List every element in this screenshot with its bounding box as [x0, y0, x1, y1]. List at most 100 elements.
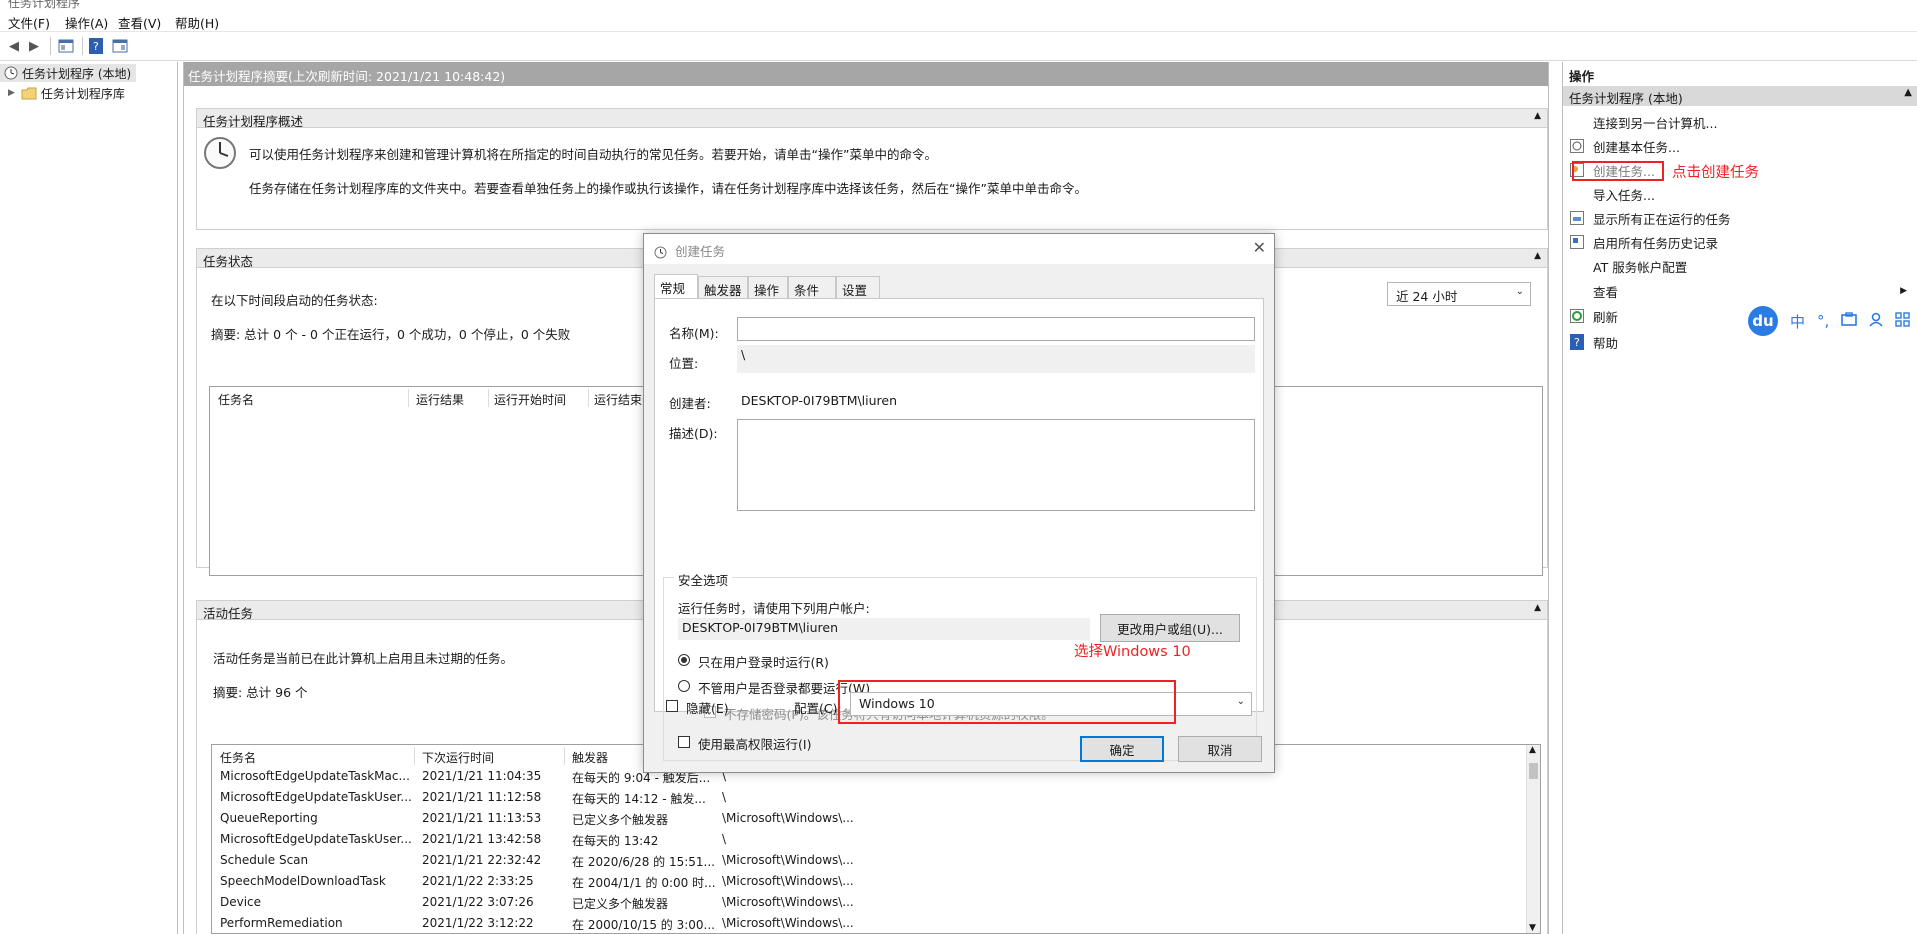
- table-cell: SpeechModelDownloadTask: [220, 874, 386, 888]
- blank-icon: [1569, 283, 1585, 299]
- scroll-down-icon[interactable]: ▼: [1529, 923, 1536, 933]
- radio-run-logged-on-label[interactable]: 只在用户登录时运行(R): [698, 652, 829, 671]
- action-enable-history[interactable]: 启用所有任务历史记录: [1569, 232, 1899, 252]
- table-cell: \Microsoft\Windows\...: [722, 916, 854, 930]
- tree-item-scheduler-local[interactable]: 任务计划程序 (本地): [0, 64, 136, 82]
- menu-action[interactable]: 操作(A): [65, 13, 108, 32]
- tab-triggers[interactable]: 触发器: [698, 276, 748, 298]
- scroll-thumb[interactable]: [1529, 763, 1538, 779]
- menu-help[interactable]: 帮助(H): [175, 13, 219, 32]
- table-cell: MicrosoftEdgeUpdateTaskMac...: [220, 769, 410, 783]
- hidden-checkbox[interactable]: [666, 700, 678, 712]
- window-titlebar: 任务计划程序: [0, 0, 1917, 10]
- action-import-task[interactable]: 导入任务...: [1569, 184, 1899, 204]
- action-show-running[interactable]: 显示所有正在运行的任务: [1569, 208, 1899, 228]
- tab-actions[interactable]: 操作: [748, 276, 788, 298]
- show-hide-tree-icon[interactable]: [56, 37, 76, 55]
- tree-item-library[interactable]: ▶ 任务计划程序库: [8, 84, 125, 102]
- radio-run-always[interactable]: [678, 680, 690, 692]
- cancel-button[interactable]: 取消: [1178, 736, 1262, 762]
- menu-file[interactable]: 文件(F): [8, 13, 50, 32]
- run-as-label: 运行任务时，请使用下列用户帐户:: [678, 601, 870, 616]
- toolbar: ◀ ▶ ?: [0, 33, 1917, 61]
- overview-section-header[interactable]: 任务计划程序概述 ▲: [196, 108, 1548, 129]
- table-cell: \Microsoft\Windows\...: [722, 895, 854, 909]
- action-connect-computer[interactable]: 连接到另一台计算机...: [1569, 112, 1899, 132]
- name-input[interactable]: [737, 317, 1255, 341]
- refresh-icon: [1569, 308, 1585, 324]
- highest-privileges-label[interactable]: 使用最高权限运行(I): [698, 734, 811, 753]
- summary-header: 任务计划程序摘要(上次刷新时间: 2021/1/21 10:48:42): [184, 62, 1548, 86]
- status-period-label: 在以下时间段启动的任务状态:: [211, 293, 378, 308]
- column-header[interactable]: 任务名: [220, 749, 256, 766]
- table-cell: \Microsoft\Windows\...: [722, 811, 854, 825]
- description-textarea[interactable]: [737, 419, 1255, 511]
- action-label: AT 服务帐户配置: [1593, 259, 1688, 275]
- table-cell: \Microsoft\Windows\...: [722, 853, 854, 867]
- status-summary: 摘要: 总计 0 个 - 0 个正在运行，0 个成功，0 个停止，0 个失败: [211, 327, 571, 342]
- blank-icon: [1569, 258, 1585, 274]
- menu-bar: 文件(F) 操作(A) 查看(V) 帮助(H): [0, 10, 1917, 32]
- column-header[interactable]: 下次运行时间: [422, 749, 494, 766]
- ime-grid-icon[interactable]: [1895, 311, 1910, 331]
- blank-icon: [1569, 186, 1585, 202]
- menu-view[interactable]: 查看(V): [118, 13, 161, 32]
- hidden-label[interactable]: 隐藏(E): [686, 698, 729, 717]
- scroll-up-icon[interactable]: ▲: [1529, 745, 1536, 755]
- forward-arrow-icon[interactable]: ▶: [24, 37, 44, 55]
- action-label: 刷新: [1593, 309, 1619, 325]
- table-cell: QueueReporting: [220, 811, 318, 825]
- back-arrow-icon[interactable]: ◀: [4, 37, 24, 55]
- table-cell: \: [722, 790, 727, 804]
- help-icon[interactable]: ?: [86, 37, 106, 55]
- table-cell: 在 2000/10/15 的 3:00...: [572, 918, 715, 932]
- ok-button[interactable]: 确定: [1080, 736, 1164, 762]
- column-header[interactable]: 触发器: [572, 749, 608, 766]
- table-cell: 2021/1/21 11:04:35: [422, 769, 542, 783]
- section-title: 任务计划程序 (本地): [1569, 91, 1683, 106]
- actions-section-header[interactable]: 任务计划程序 (本地) ▲: [1563, 86, 1917, 106]
- overview-text-1: 可以使用任务计划程序来创建和管理计算机将在所指定的时间自动执行的常见任务。若要开…: [249, 147, 937, 162]
- collapse-icon[interactable]: ▲: [1904, 87, 1912, 98]
- ime-toolbox-icon[interactable]: [1841, 312, 1858, 330]
- show-action-pane-icon[interactable]: [110, 37, 130, 55]
- action-create-basic-task[interactable]: 创建基本任务...: [1569, 136, 1899, 156]
- location-value: \: [737, 345, 1255, 373]
- basic-task-icon: [1569, 138, 1585, 154]
- svg-text:?: ?: [93, 40, 99, 53]
- ime-toolbar[interactable]: du 中 °,: [1748, 306, 1910, 336]
- collapse-icon[interactable]: ▲: [1534, 111, 1541, 121]
- column-header[interactable]: 运行开始时间: [494, 391, 566, 408]
- tab-conditions[interactable]: 条件: [788, 276, 836, 298]
- action-label: 创建基本任务...: [1593, 139, 1680, 155]
- radio-run-logged-on[interactable]: [678, 654, 690, 666]
- ime-punct-toggle[interactable]: °,: [1817, 312, 1829, 330]
- overview-section-body: 可以使用任务计划程序来创建和管理计算机将在所指定的时间自动执行的常见任务。若要开…: [196, 128, 1548, 230]
- ime-user-icon[interactable]: [1869, 312, 1883, 331]
- period-select[interactable]: 近 24 小时 ⌄: [1387, 282, 1531, 306]
- action-at-service[interactable]: AT 服务帐户配置: [1569, 256, 1899, 276]
- vertical-scrollbar[interactable]: ▲ ▼: [1526, 745, 1540, 933]
- highest-privileges-checkbox[interactable]: [678, 736, 690, 748]
- baidu-ime-logo[interactable]: du: [1748, 306, 1778, 336]
- collapse-icon[interactable]: ▲: [1534, 603, 1541, 613]
- clock-icon: [4, 66, 18, 80]
- table-cell: 2021/1/21 11:13:53: [422, 811, 542, 825]
- chevron-right-icon[interactable]: ▶: [8, 88, 15, 98]
- clock-icon: [654, 246, 667, 259]
- table-cell: 在 2004/1/1 的 0:00 时...: [572, 876, 716, 890]
- action-view[interactable]: 查看 ▶: [1569, 281, 1907, 301]
- collapse-icon[interactable]: ▲: [1534, 251, 1541, 261]
- change-user-button[interactable]: 更改用户或组(U)...: [1100, 614, 1240, 642]
- clock-icon: [203, 136, 237, 173]
- column-header[interactable]: 运行结果: [416, 391, 464, 408]
- action-label: 导入任务...: [1593, 187, 1655, 203]
- ime-lang-toggle[interactable]: 中: [1790, 311, 1805, 332]
- overview-text-2: 任务存储在任务计划程序库的文件夹中。若要查看单独任务上的操作或执行该操作，请在任…: [249, 181, 1087, 196]
- column-header[interactable]: 任务名: [218, 391, 254, 408]
- table-cell: 2021/1/22 3:07:26: [422, 895, 534, 909]
- submenu-arrow-icon: ▶: [1900, 286, 1907, 296]
- tab-general[interactable]: 常规: [654, 274, 698, 298]
- close-icon[interactable]: ✕: [1253, 238, 1266, 257]
- tab-settings[interactable]: 设置: [836, 276, 880, 298]
